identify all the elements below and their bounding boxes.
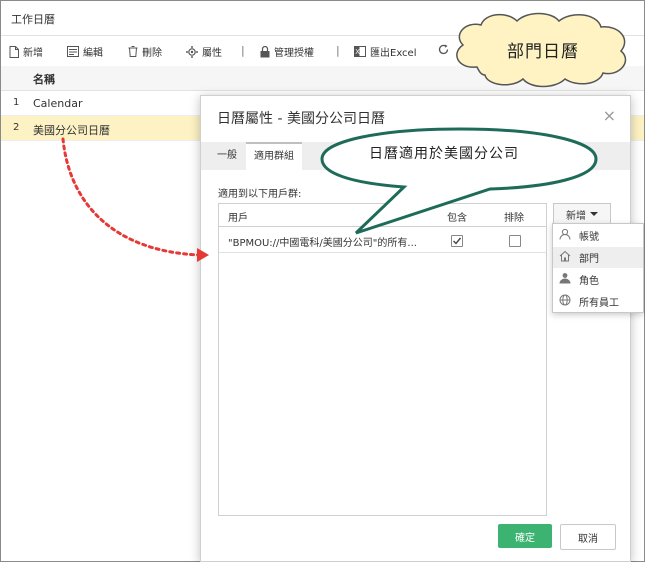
new-label: 新增 (23, 48, 43, 59)
section-label: 適用到以下用戶群: (218, 189, 302, 200)
edit-label: 編輯 (83, 48, 103, 59)
new-file-icon (9, 45, 19, 58)
exclude-checkbox[interactable] (509, 235, 521, 247)
lock-icon (260, 45, 270, 58)
manage-auth-button[interactable]: 管理授權 (260, 44, 314, 59)
tab-applicable-groups[interactable]: 適用群組 (246, 142, 302, 170)
toolbar-separator: | (241, 44, 245, 57)
column-header-name: 名稱 (33, 73, 55, 86)
close-icon[interactable]: × (603, 106, 616, 125)
add-dropdown-menu: 帳號 部門 角色 所有員工 (552, 223, 644, 313)
menu-item-department[interactable]: 部門 (553, 247, 643, 268)
ok-button[interactable]: 確定 (498, 524, 552, 548)
menu-item-label: 所有員工 (579, 298, 619, 309)
toolbar-separator: | (336, 44, 340, 57)
excel-icon: X (354, 46, 366, 57)
app-title: 工作日曆 (11, 13, 55, 26)
svg-text:X: X (355, 49, 360, 56)
export-label: 匯出Excel (370, 48, 417, 59)
export-excel-button[interactable]: X 匯出Excel (354, 44, 417, 59)
properties-label: 屬性 (202, 48, 222, 59)
app-window: 工作日曆 新增 編輯 刪除 屬性 | 管理授權 | X 匯出Excel 名稱 1… (0, 0, 645, 562)
menu-item-label: 部門 (579, 254, 599, 265)
role-icon (559, 272, 571, 287)
include-checkbox[interactable] (451, 235, 463, 247)
properties-button[interactable]: 屬性 (186, 44, 222, 59)
manage-auth-label: 管理授權 (274, 48, 314, 59)
red-dotted-arrow-icon (61, 137, 209, 262)
trash-icon (128, 46, 138, 57)
speech-bubble-text: 日曆適用於美國分公司 (369, 146, 519, 162)
header-user: 用戶 (228, 213, 248, 224)
row-name: Calendar (33, 97, 83, 110)
delete-button[interactable]: 刪除 (128, 44, 162, 59)
speech-bubble-callout (320, 127, 598, 235)
menu-item-all-employees[interactable]: 所有員工 (553, 291, 643, 312)
delete-label: 刪除 (142, 48, 162, 59)
cancel-button[interactable]: 取消 (560, 524, 616, 550)
checkmark-icon (453, 237, 462, 245)
cloud-callout-text: 部門日曆 (507, 42, 579, 62)
home-icon (559, 250, 571, 265)
menu-item-role[interactable]: 角色 (553, 269, 643, 290)
row-number: 1 (13, 97, 20, 108)
user-cell: "BPMOU://中國電科/美國分公司"的所有... (228, 238, 417, 249)
new-button[interactable]: 新增 (9, 44, 43, 59)
row-number: 2 (13, 122, 20, 133)
menu-item-label: 角色 (579, 276, 599, 287)
edit-icon (67, 46, 79, 57)
user-group-table: 用戶 包含 排除 "BPMOU://中國電科/美國分公司"的所有... (218, 203, 547, 516)
gear-icon (186, 45, 198, 58)
edit-button[interactable]: 編輯 (67, 44, 103, 59)
globe-icon (559, 294, 571, 309)
